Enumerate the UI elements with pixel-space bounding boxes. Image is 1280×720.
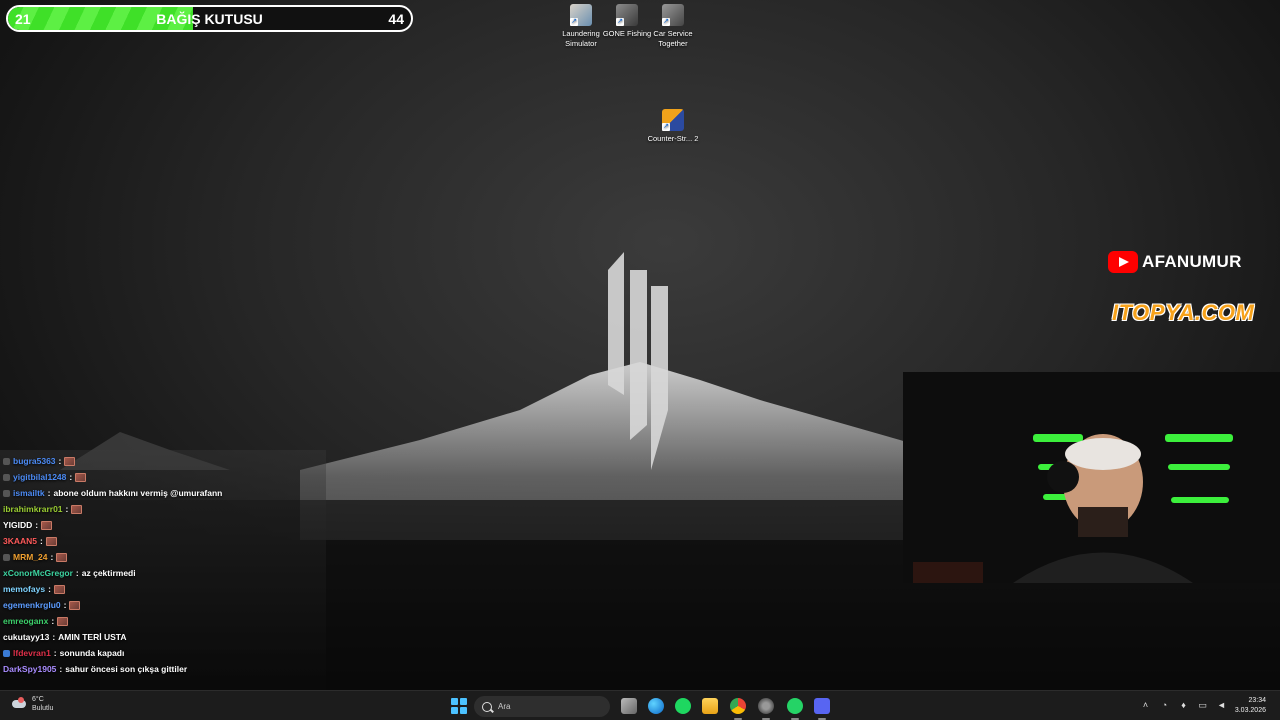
chat-username: ibrahimkrarr01 xyxy=(3,504,63,514)
badge-icon xyxy=(3,649,10,657)
start-button[interactable] xyxy=(451,698,467,714)
chat-username: YIGIDD xyxy=(3,520,33,530)
windows-logo-icon xyxy=(451,698,458,705)
clock-date: 3.03.2026 xyxy=(1234,707,1266,714)
sponsor-logo: ITOPYA.COM xyxy=(1112,300,1255,325)
chat-message: 3KAAN5: xyxy=(3,533,326,549)
chat-message: yigitbilal1248: xyxy=(3,469,326,485)
chat-username: memofays xyxy=(3,584,46,594)
chat-username: yigitbilal1248 xyxy=(13,472,67,482)
chat-username: 3KAAN5 xyxy=(3,536,38,546)
youtube-handle: AFANUMUR xyxy=(1142,252,1242,271)
search-icon xyxy=(482,701,492,712)
chat-username: DarkSpy1905 xyxy=(3,664,57,674)
chat-text: sahur öncesi son çıkşa gittiler xyxy=(65,664,188,674)
desktop-icon-label: Car Service Together xyxy=(653,29,693,48)
chat-text: abone oldum hakkını vermiş @umurafann xyxy=(53,488,223,498)
chat-text: az çektirmedi xyxy=(81,568,136,578)
chat-message: lfdevran1: sonunda kapadı xyxy=(3,645,326,661)
chat-message: egemenkrglu0: xyxy=(3,597,326,613)
gone-fishing-icon: ↗ xyxy=(616,4,638,26)
desktop-icon-counter-strike-2[interactable]: ↗ Counter-Str... 2 xyxy=(645,109,701,144)
emote-icon xyxy=(69,600,81,610)
emote-icon xyxy=(64,456,76,466)
desktop-icon-label: Laundering Simulator xyxy=(562,29,600,48)
emote-icon xyxy=(71,504,83,514)
chat-message: emreoganx: xyxy=(3,613,326,629)
chat-message: xConorMcGregor: az çektirmedi xyxy=(3,568,136,578)
counter-strike-2-icon: ↗ xyxy=(662,109,684,131)
desktop-icon-label: GONE Fishing xyxy=(602,29,652,38)
chat-message: bugra5363: xyxy=(3,453,326,469)
system-clock[interactable]: 23:34 3.03.2026 xyxy=(1235,696,1266,716)
cloudy-weather-icon xyxy=(10,697,28,711)
chat-message: ismailtk: abone oldum hakkını vermiş @umu… xyxy=(3,485,326,501)
youtube-icon xyxy=(1108,251,1138,273)
search-placeholder: Ara xyxy=(498,702,511,711)
spotify-icon[interactable] xyxy=(675,698,691,714)
whatsapp-icon[interactable] xyxy=(787,698,803,720)
emote-icon xyxy=(45,536,57,546)
discord-icon[interactable] xyxy=(814,698,830,720)
weather-widget[interactable]: 6°C Bulutlu xyxy=(10,695,53,713)
chat-username: cukutayy13 xyxy=(3,632,50,642)
display-icon[interactable]: ▭ xyxy=(1197,700,1208,711)
emote-icon xyxy=(56,552,68,562)
chat-overlay: bugra5363: yigitbilal1248: ismailtk: abon… xyxy=(3,453,326,677)
emote-icon xyxy=(75,472,87,482)
volume-icon[interactable]: ◄ xyxy=(1216,700,1227,711)
webcam-feed xyxy=(903,372,1280,583)
chat-message: MRM_24: xyxy=(3,549,326,565)
badge-icon xyxy=(3,473,10,481)
chat-message: YIGIDD: xyxy=(3,517,326,533)
badge-icon xyxy=(3,457,10,465)
chat-username: egemenkrglu0 xyxy=(3,600,61,610)
network-icon[interactable]: ◔ xyxy=(1159,700,1170,711)
desktop-icon-label: Counter-Str... 2 xyxy=(647,134,699,143)
chat-message: DarkSpy1905: sahur öncesi son çıkşa gitti… xyxy=(3,664,188,674)
microphone-icon[interactable]: ♦ xyxy=(1178,700,1189,711)
chat-message: memofays: xyxy=(3,581,326,597)
chat-username: bugra5363 xyxy=(13,456,56,466)
task-view-icon[interactable] xyxy=(621,698,637,714)
chat-text: AMIN TERİ USTA xyxy=(58,632,127,642)
taskbar: 6°C Bulutlu Ara ˄ ◔ ♦ ▭ ◄ 23:34 3.03.202… xyxy=(0,690,1280,720)
chat-username: lfdevran1 xyxy=(13,648,51,658)
chat-text: sonunda kapadı xyxy=(59,648,125,658)
desktop-icon-car-service-together[interactable]: ↗ Car Service Together xyxy=(645,4,701,49)
emote-icon xyxy=(41,520,53,530)
weather-temperature: 6°C xyxy=(32,696,44,703)
badge-icon xyxy=(3,489,10,497)
taskbar-search[interactable]: Ara xyxy=(474,696,610,717)
clock-time: 23:34 xyxy=(1248,697,1266,704)
weather-description: Bulutlu xyxy=(32,705,54,712)
chat-username: xConorMcGregor xyxy=(3,568,73,578)
chat-username: MRM_24 xyxy=(13,552,48,562)
chat-username: ismailtk xyxy=(13,488,45,498)
youtube-channel-overlay: AFANUMUR xyxy=(1108,250,1242,274)
chat-username: emreoganx xyxy=(3,616,49,626)
chat-message: cukutayy13: AMIN TERİ USTA xyxy=(3,632,127,642)
car-service-together-icon: ↗ xyxy=(662,4,684,26)
donation-title: BAĞIŞ KUTUSU xyxy=(156,11,263,27)
webcam-scene xyxy=(903,372,1280,583)
chrome-icon[interactable] xyxy=(730,698,746,720)
edge-icon[interactable] xyxy=(648,698,664,714)
file-explorer-icon[interactable] xyxy=(702,698,718,714)
badge-icon xyxy=(3,553,10,561)
app-icon[interactable] xyxy=(758,698,774,720)
emote-icon xyxy=(53,584,65,594)
system-tray: ˄ ◔ ♦ ▭ ◄ xyxy=(1140,700,1227,711)
donation-goal-value: 44 xyxy=(388,11,404,27)
emote-icon xyxy=(57,616,69,626)
donation-progress-bar: 21 BAĞIŞ KUTUSU 44 xyxy=(6,5,413,32)
laundering-simulator-icon: ↗ xyxy=(570,4,592,26)
chevron-up-icon[interactable]: ˄ xyxy=(1140,700,1151,711)
chat-message: ibrahimkrarr01: xyxy=(3,501,326,517)
